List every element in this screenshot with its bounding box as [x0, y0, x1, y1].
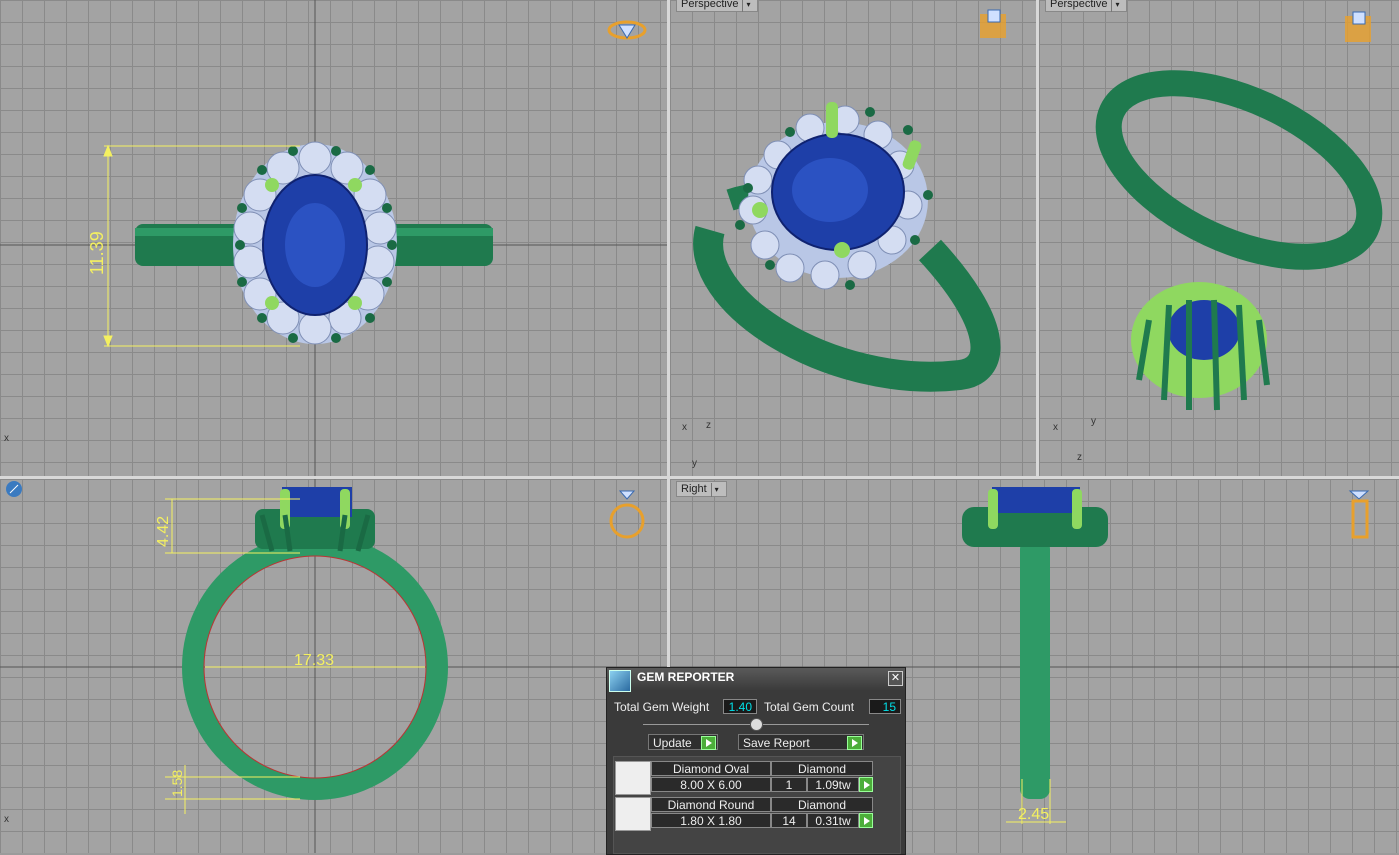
gem-count: 14	[771, 813, 807, 828]
gem-reporter-title: GEM REPORTER	[637, 670, 735, 684]
total-weight-label: Total Gem Weight	[614, 700, 710, 714]
viewport-front[interactable]: 4.42 17.33 1.58 x	[0, 479, 667, 853]
viewport-perspective-1[interactable]: Perspective ▾ xzy	[670, 0, 1036, 476]
splitter-handle[interactable]	[750, 718, 763, 731]
view-cube-icon[interactable]	[980, 9, 1006, 38]
gem-shape: Diamond Round	[651, 797, 771, 812]
perspective-2-drawing: x y z	[1053, 11, 1383, 463]
viewport-menu-icon[interactable]	[6, 481, 22, 497]
gem-count: 1	[771, 777, 807, 792]
top-view-drawing: 11.39 x	[0, 0, 667, 476]
dimension-shank-thickness: 1.58	[169, 770, 185, 797]
view-cube-icon[interactable]	[1345, 11, 1371, 42]
svg-text:x: x	[4, 433, 9, 444]
view-cube-icon[interactable]	[609, 490, 645, 539]
dimension-setting-height: 4.42	[155, 516, 172, 547]
gem-size: 1.80 X 1.80	[651, 813, 771, 828]
gem-reporter-icon	[609, 670, 631, 692]
dimension-top-value: 11.39	[87, 231, 107, 275]
svg-text:x: x	[682, 422, 687, 433]
round-gem-icon	[615, 797, 651, 831]
total-count-field[interactable]: 15	[869, 699, 901, 714]
perspective-1-drawing: x z y	[682, 9, 1006, 469]
gem-material: Diamond	[771, 761, 873, 776]
total-count-label: Total Gem Count	[764, 700, 855, 714]
gem-weight: 1.09tw	[807, 777, 859, 792]
gem-material: Diamond	[771, 797, 873, 812]
svg-text:z: z	[1077, 452, 1082, 463]
gem-row[interactable]: Diamond Oval Diamond 8.00 X 6.00 1 1.09t…	[615, 761, 873, 795]
center-sapphire	[1168, 300, 1240, 360]
svg-text:y: y	[1091, 416, 1096, 427]
save-report-button[interactable]: Save Report	[738, 734, 864, 750]
view-cube-icon[interactable]	[1348, 490, 1370, 539]
gem-reporter-titlebar[interactable]: GEM REPORTER ✕	[607, 668, 905, 692]
gem-weight: 0.31tw	[807, 813, 859, 828]
update-button[interactable]: Update	[648, 734, 718, 750]
gem-row-go-button[interactable]	[859, 813, 873, 828]
gem-reporter-panel[interactable]: GEM REPORTER ✕ Total Gem Weight 1.40 Tot…	[606, 667, 906, 855]
svg-text:y: y	[692, 458, 697, 469]
dimension-inner-diameter: 17.33	[294, 652, 334, 669]
total-weight-field[interactable]: 1.40	[723, 699, 757, 714]
viewport-top[interactable]: 11.39 x	[0, 0, 667, 476]
close-icon[interactable]: ✕	[888, 671, 903, 686]
viewport-perspective-2[interactable]: Perspective ▾ xyz	[1039, 0, 1399, 476]
front-view-drawing: 4.42 17.33 1.58 x	[0, 479, 667, 853]
dimension-shank-width: 2.45	[1018, 806, 1049, 823]
view-cube-icon[interactable]	[607, 20, 647, 40]
gem-row[interactable]: Diamond Round Diamond 1.80 X 1.80 14 0.3…	[615, 797, 873, 831]
center-sapphire	[992, 487, 1080, 513]
gem-size: 8.00 X 6.00	[651, 777, 771, 792]
svg-text:z: z	[706, 420, 711, 431]
svg-text:x: x	[4, 814, 9, 825]
svg-text:x: x	[1053, 422, 1058, 433]
gem-shape: Diamond Oval	[651, 761, 771, 776]
gem-row-go-button[interactable]	[859, 777, 873, 792]
oval-gem-icon	[615, 761, 651, 795]
ring-band	[1095, 70, 1383, 270]
ring-shank	[1020, 539, 1050, 799]
